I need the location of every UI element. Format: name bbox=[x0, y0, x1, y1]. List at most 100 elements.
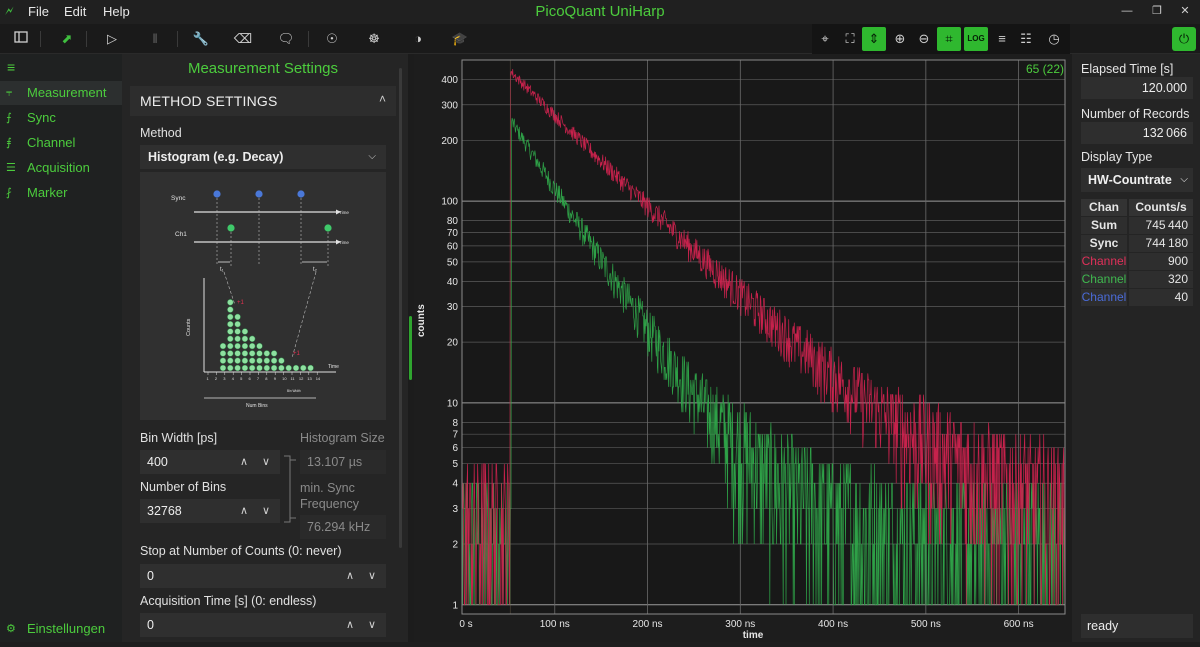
table-row: Channel 40 bbox=[1081, 289, 1193, 306]
y-tick-label: 3 bbox=[452, 504, 458, 515]
bug-icon[interactable]: ☸ bbox=[362, 27, 386, 51]
restore-icon[interactable]: ❐ bbox=[1142, 2, 1172, 20]
settings-scrollbar[interactable] bbox=[399, 68, 402, 548]
toolbar: ⬈ ▷ ‖ 🔧 ⌫ 🗨 ☉ ☸ ◑ 🎓 ⌖ ⛶ ⇕ ⊕ ⊖ ⌗ LOG ≡ ☷ … bbox=[0, 24, 1200, 54]
menu-help[interactable]: Help bbox=[103, 4, 130, 19]
contrast-icon[interactable]: ◑ bbox=[406, 27, 430, 51]
menu-file[interactable]: File bbox=[28, 4, 49, 19]
table-header: Chan Counts/s bbox=[1081, 199, 1193, 216]
fit-height-icon[interactable]: ⇕ bbox=[862, 27, 886, 51]
method-select[interactable]: Histogram (e.g. Decay) ⌵ bbox=[140, 145, 386, 169]
log-icon[interactable]: LOG bbox=[964, 27, 988, 51]
diagram-tick-label: 1 bbox=[207, 376, 210, 381]
comment-icon[interactable]: 🗨 bbox=[274, 27, 298, 51]
sidebar-item-channel[interactable]: ⨎ Channel bbox=[0, 131, 122, 155]
chevron-down-icon[interactable]: ∨ bbox=[262, 450, 270, 474]
fit-icon[interactable]: ⛶ bbox=[838, 27, 862, 51]
speedometer-icon[interactable]: ◷ bbox=[1042, 27, 1066, 51]
diagram-t2-label: t₂ bbox=[313, 267, 318, 273]
power-icon[interactable]: ⏻ bbox=[1172, 27, 1196, 51]
row-countrate: 40 bbox=[1129, 289, 1193, 306]
diagram-time-label-3: Time bbox=[328, 364, 339, 370]
column-header-chan: Chan bbox=[1081, 199, 1127, 216]
stop-counts-spinbox[interactable]: 0 ∧ ∨ bbox=[140, 564, 386, 588]
chevron-up-icon[interactable]: ∧ bbox=[240, 499, 248, 523]
diagram-ch1-label: Ch1 bbox=[175, 231, 187, 238]
acquisition-icon: ☰ bbox=[6, 162, 16, 174]
row-channel-name: Sync bbox=[1081, 235, 1127, 252]
histogram-dot bbox=[307, 364, 314, 372]
num-bins-spinbox[interactable]: 32768 ∧ ∨ bbox=[140, 499, 280, 523]
decay-plot[interactable]: 1 2 3 4 5 6 7 8 10 20 30 40 50 60 70 80 100 200 300 400 0 s 1… bbox=[414, 54, 1072, 642]
histogram-dot bbox=[300, 364, 307, 372]
method-label: Method bbox=[140, 126, 182, 140]
hamburger-icon[interactable]: ≡ bbox=[7, 59, 15, 75]
chevron-up-icon[interactable]: ∧ bbox=[346, 564, 354, 588]
crosshair-icon[interactable]: ⌖ bbox=[813, 27, 837, 51]
decay-chart[interactable]: 1 2 3 4 5 6 78 10 20 30 40 50 60 7080 100 200 300 400 0 s 1… bbox=[414, 54, 1072, 642]
min-sync-field: 76.294 kHz bbox=[300, 515, 386, 539]
diagram-tick-label: 14 bbox=[316, 376, 321, 381]
splitter-handle[interactable] bbox=[409, 316, 412, 380]
sidebar-item-measurement[interactable]: ⫧ Measurement bbox=[0, 81, 122, 105]
chevron-down-icon[interactable]: ∨ bbox=[368, 564, 376, 588]
connect-icon[interactable]: ⬈ bbox=[55, 27, 79, 51]
diagram-tick-label: 8 bbox=[265, 376, 268, 381]
minimize-icon[interactable]: — bbox=[1112, 2, 1142, 20]
notes-icon[interactable]: ≡ bbox=[990, 27, 1014, 51]
play-icon[interactable]: ▷ bbox=[100, 27, 124, 51]
zoom-out-icon[interactable]: ⊖ bbox=[912, 27, 936, 51]
menu-edit[interactable]: Edit bbox=[64, 4, 86, 19]
chevron-down-icon[interactable]: ∨ bbox=[262, 499, 270, 523]
sidebar-item-label: Marker bbox=[27, 185, 68, 200]
histogram-dot bbox=[241, 335, 249, 342]
histogram-dot bbox=[285, 364, 292, 372]
sidebar-item-label: Channel bbox=[27, 135, 76, 150]
histogram-dot bbox=[227, 350, 234, 357]
diagram-counts-label: Counts bbox=[186, 318, 192, 336]
y-tick-label: 10 bbox=[447, 398, 459, 409]
chevron-down-icon[interactable]: ∨ bbox=[368, 613, 376, 637]
histogram-dot bbox=[227, 306, 234, 313]
histogram-dot bbox=[270, 350, 278, 357]
diagram-tick-label: 9 bbox=[274, 376, 277, 381]
histogram-dot bbox=[234, 328, 241, 335]
y-tick-label: 100 bbox=[441, 197, 458, 208]
eraser-icon[interactable]: ⌫ bbox=[231, 27, 255, 51]
histogram-dot bbox=[263, 357, 270, 364]
min-sync-label: min. Sync Frequency bbox=[300, 481, 360, 511]
close-icon[interactable]: ✕ bbox=[1170, 2, 1200, 20]
method-settings-header[interactable]: METHOD SETTINGS ˄ bbox=[130, 86, 396, 116]
graduation-cap-icon[interactable]: 🎓 bbox=[448, 27, 472, 51]
acq-time-spinbox[interactable]: 0 ∧ ∨ bbox=[140, 613, 386, 637]
y-tick-label: 400 bbox=[441, 75, 458, 86]
sidebar-item-sync[interactable]: ⨍ Sync bbox=[0, 106, 122, 130]
pause-icon[interactable]: ‖ bbox=[143, 27, 167, 51]
diagram-tick-label: 4 bbox=[232, 376, 235, 381]
y-tick-label: 300 bbox=[441, 100, 458, 111]
clipboard-icon[interactable]: ☷ bbox=[1014, 27, 1038, 51]
wrench-icon[interactable]: 🔧 bbox=[189, 27, 213, 51]
y-tick-label: 4 bbox=[452, 479, 458, 490]
display-type-select[interactable]: HW-Countrate ⌵ bbox=[1081, 168, 1193, 192]
chevron-up-icon[interactable]: ∧ bbox=[346, 613, 354, 637]
zoom-in-icon[interactable]: ⊕ bbox=[888, 27, 912, 51]
countrate-table: Chan Counts/s Sum 745 440 Sync 744 180 Chann… bbox=[1081, 199, 1193, 307]
bin-width-value: 400 bbox=[147, 455, 168, 469]
histogram-dot bbox=[234, 321, 241, 328]
crop-icon[interactable]: ⌗ bbox=[937, 27, 961, 51]
sidebar-item-settings[interactable]: ⚙ Einstellungen bbox=[0, 617, 122, 641]
bin-width-spinbox[interactable]: 400 ∧ ∨ bbox=[140, 450, 280, 474]
sidebar-item-marker[interactable]: ⨏ Marker bbox=[0, 181, 122, 205]
chart-corner-label: 65 (22) bbox=[1026, 62, 1064, 76]
panel-title: Measurement Settings bbox=[187, 60, 339, 77]
histogram-dot bbox=[234, 357, 241, 364]
marker-icon: ⨏ bbox=[6, 187, 12, 199]
chevron-up-icon[interactable]: ∧ bbox=[240, 450, 248, 474]
histogram-dot bbox=[227, 335, 234, 342]
diagram-tick-label: 11 bbox=[291, 376, 296, 381]
sidebar-item-acquisition[interactable]: ☰ Acquisition bbox=[0, 156, 122, 180]
sidebar-toggle-icon[interactable] bbox=[9, 27, 33, 51]
bulb-icon[interactable]: ☉ bbox=[320, 27, 344, 51]
y-tick-label: 6 bbox=[452, 443, 458, 454]
